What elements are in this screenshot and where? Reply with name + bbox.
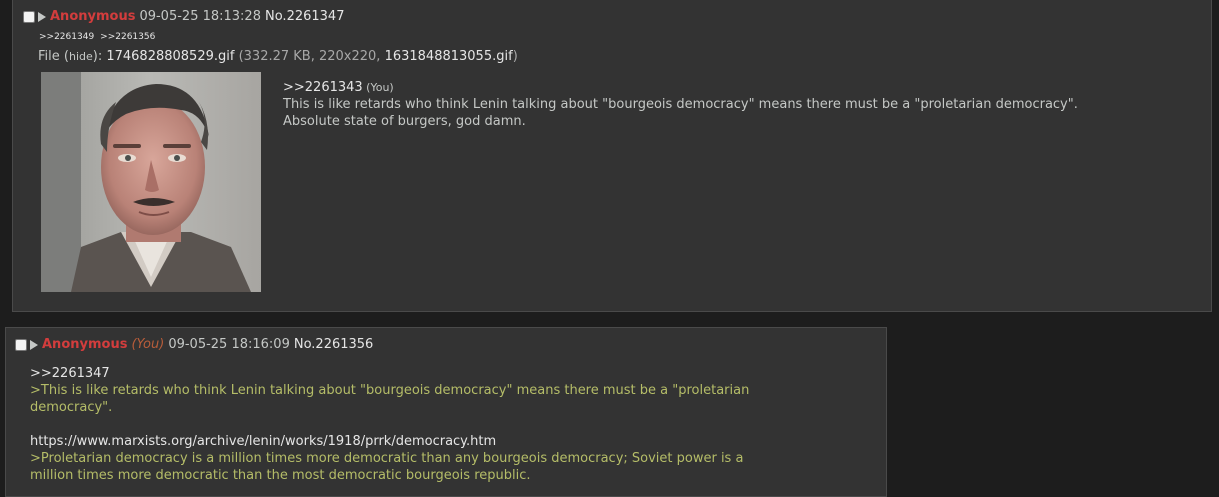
post-info: Anonymous (You) 09-05-25 18:16:09 No.226… — [15, 337, 373, 353]
select-checkbox[interactable] — [23, 11, 35, 23]
backlink-2261349[interactable]: >>2261349 — [39, 32, 94, 42]
backlink-2261356[interactable]: >>2261356 — [100, 32, 155, 42]
post-menu-triangle-icon[interactable] — [30, 340, 38, 350]
file-meta-close: ) — [512, 49, 518, 64]
you-marker: (You) — [362, 81, 394, 94]
post-image-thumbnail[interactable] — [41, 72, 261, 292]
post-datetime: 09-05-25 18:16:09 — [168, 337, 290, 352]
poster-name: Anonymous — [42, 337, 128, 352]
greentext-line: democracy". — [30, 400, 113, 415]
post-menu-triangle-icon[interactable] — [38, 12, 46, 22]
greentext-line: million times more democratic than the m… — [30, 468, 531, 483]
greentext-line: >Proletarian democracy is a million time… — [30, 451, 744, 466]
file-info: File (hide): 1746828808529.gif (332.27 K… — [38, 49, 518, 65]
post-info: Anonymous 09-05-25 18:13:28 No.2261347 — [23, 9, 344, 25]
file-label: File ( — [38, 49, 69, 64]
select-checkbox[interactable] — [15, 339, 27, 351]
post-2261356: Anonymous (You) 09-05-25 18:16:09 No.226… — [5, 327, 887, 497]
file-meta: (332.27 KB, 220x220, — [234, 49, 385, 64]
backlinks: >>2261349 >>2261356 — [39, 32, 161, 43]
greentext-line: >This is like retards who think Lenin ta… — [30, 383, 750, 398]
external-link[interactable]: https://www.marxists.org/archive/lenin/w… — [30, 433, 749, 450]
file-name-link[interactable]: 1746828808529.gif — [106, 49, 234, 64]
post-body: >>2261347 >This is like retards who thin… — [30, 365, 749, 484]
poster-name: Anonymous — [50, 9, 136, 24]
post-number[interactable]: No.2261356 — [294, 337, 373, 353]
quote-link[interactable]: >>2261343 — [283, 80, 363, 95]
body-line: Absolute state of burgers, god damn. — [283, 114, 526, 129]
hide-file-link[interactable]: hide — [69, 50, 93, 63]
post-body: >>2261343 (You) This is like retards who… — [283, 79, 1078, 130]
quote-link[interactable]: >>2261347 — [30, 365, 749, 382]
post-number[interactable]: No.2261347 — [265, 9, 344, 25]
post-2261347: Anonymous 09-05-25 18:13:28 No.2261347 >… — [12, 0, 1212, 312]
original-filename: 1631848813055.gif — [384, 49, 513, 64]
body-line: This is like retards who think Lenin tal… — [283, 97, 1078, 112]
post-datetime: 09-05-25 18:13:28 — [139, 9, 261, 24]
file-label-end: ): — [92, 49, 107, 64]
you-tag: (You) — [131, 337, 165, 352]
